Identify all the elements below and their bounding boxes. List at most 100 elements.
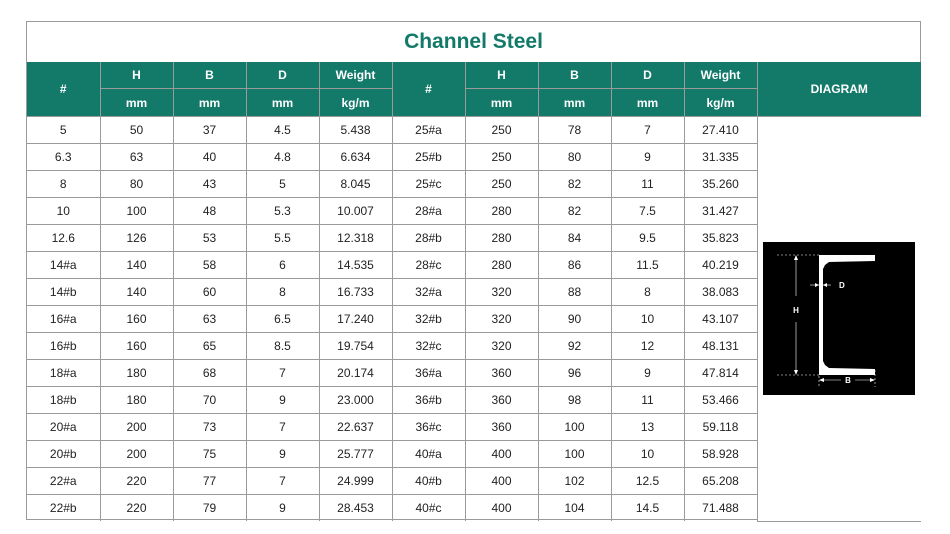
cell-b-2: 100	[537, 440, 612, 468]
cell-d-2: 8	[610, 278, 685, 306]
cell-hash-2: 28#c	[391, 251, 466, 279]
cell-d: 8	[245, 278, 320, 306]
cell-hash-2: 40#a	[391, 440, 466, 468]
cell-h-2: 250	[464, 170, 539, 198]
cell-b: 60	[172, 278, 247, 306]
col-header-b: B	[172, 62, 247, 89]
col-header-d: D	[245, 62, 320, 89]
diagram-cell: H D B	[756, 116, 921, 522]
cell-hash-2: 36#a	[391, 359, 466, 387]
cell-hash: 16#b	[27, 332, 101, 360]
cell-d-2: 7.5	[610, 197, 685, 225]
cell-b: 73	[172, 413, 247, 441]
cell-h: 63	[99, 143, 174, 171]
cell-hash: 18#b	[27, 386, 101, 414]
cell-b-2: 78	[537, 116, 612, 144]
cell-h-2: 400	[464, 440, 539, 468]
cell-hash: 14#a	[27, 251, 101, 279]
cell-b: 58	[172, 251, 247, 279]
b-dimension-label: B	[845, 376, 851, 385]
col-header-hash: #	[27, 62, 101, 117]
cell-d-2: 11.5	[610, 251, 685, 279]
cell-h: 180	[99, 386, 174, 414]
col-header-weight-2: Weight	[683, 62, 758, 89]
cell-b-2: 82	[537, 170, 612, 198]
cell-weight-2: 47.814	[683, 359, 758, 387]
d-dimension-label: D	[839, 281, 845, 290]
cell-weight-2: 53.466	[683, 386, 758, 414]
cell-d: 4.5	[245, 116, 320, 144]
cell-d: 5.5	[245, 224, 320, 252]
cell-weight-2: 59.118	[683, 413, 758, 441]
cell-b: 53	[172, 224, 247, 252]
cell-h-2: 320	[464, 278, 539, 306]
page-title: Channel Steel	[27, 22, 920, 63]
cell-hash: 20#b	[27, 440, 101, 468]
cell-hash: 12.6	[27, 224, 101, 252]
b-arrow-right	[870, 378, 876, 383]
cell-weight: 25.777	[318, 440, 393, 468]
cell-b-2: 80	[537, 143, 612, 171]
cell-d-2: 10	[610, 305, 685, 333]
cell-weight-2: 35.823	[683, 224, 758, 252]
cell-d: 9	[245, 386, 320, 414]
channel-steel-sheet: Channel Steel # H B D Weight # H B D Wei…	[26, 21, 921, 522]
cell-h: 220	[99, 494, 174, 521]
cell-h-2: 400	[464, 467, 539, 495]
cell-hash: 8	[27, 170, 101, 198]
cell-d: 9	[245, 494, 320, 521]
cell-d-2: 12	[610, 332, 685, 360]
cell-d: 6.5	[245, 305, 320, 333]
cell-b: 65	[172, 332, 247, 360]
unit-d: mm	[245, 88, 320, 117]
cell-weight: 5.438	[318, 116, 393, 144]
cell-h-2: 320	[464, 332, 539, 360]
cell-h: 100	[99, 197, 174, 225]
cell-h: 180	[99, 359, 174, 387]
cell-h: 160	[99, 305, 174, 333]
cell-d: 7	[245, 413, 320, 441]
cell-b-2: 102	[537, 467, 612, 495]
cell-d: 7	[245, 359, 320, 387]
channel-steel-table: # H B D Weight # H B D Weight DIAGRAM mm…	[27, 62, 921, 522]
cell-d: 8.5	[245, 332, 320, 360]
cell-hash: 14#b	[27, 278, 101, 306]
cell-h-2: 280	[464, 251, 539, 279]
cell-weight: 14.535	[318, 251, 393, 279]
unit-b-2: mm	[537, 88, 612, 117]
table-body: 5 50 37 4.5 5.438 25#a 250 78 7 27.410 H D B 6.3 6…	[27, 116, 921, 522]
cell-weight-2: 48.131	[683, 332, 758, 360]
cell-b-2: 86	[537, 251, 612, 279]
cell-weight: 10.007	[318, 197, 393, 225]
cell-weight: 8.045	[318, 170, 393, 198]
cell-d-2: 10	[610, 440, 685, 468]
cell-hash: 5	[27, 116, 101, 144]
cell-d-2: 11	[610, 386, 685, 414]
cell-weight-2: 40.219	[683, 251, 758, 279]
cell-h-2: 400	[464, 494, 539, 521]
cell-b: 48	[172, 197, 247, 225]
cell-h: 160	[99, 332, 174, 360]
cell-weight-2: 38.083	[683, 278, 758, 306]
cell-hash-2: 32#c	[391, 332, 466, 360]
b-arrow-left	[819, 378, 825, 383]
cell-d-2: 7	[610, 116, 685, 144]
cell-hash-2: 25#a	[391, 116, 466, 144]
cell-b: 68	[172, 359, 247, 387]
cell-h: 140	[99, 278, 174, 306]
cell-weight: 12.318	[318, 224, 393, 252]
cell-d-2: 12.5	[610, 467, 685, 495]
cell-h-2: 360	[464, 386, 539, 414]
cell-hash: 22#b	[27, 494, 101, 521]
col-header-b-2: B	[537, 62, 612, 89]
cell-weight-2: 31.335	[683, 143, 758, 171]
cell-d: 6	[245, 251, 320, 279]
cell-d: 4.8	[245, 143, 320, 171]
col-header-d-2: D	[610, 62, 685, 89]
cell-hash: 6.3	[27, 143, 101, 171]
cell-hash: 18#a	[27, 359, 101, 387]
cell-hash: 22#a	[27, 467, 101, 495]
cell-weight-2: 58.928	[683, 440, 758, 468]
cell-hash-2: 40#c	[391, 494, 466, 521]
channel-section-icon: H D B	[777, 254, 876, 388]
